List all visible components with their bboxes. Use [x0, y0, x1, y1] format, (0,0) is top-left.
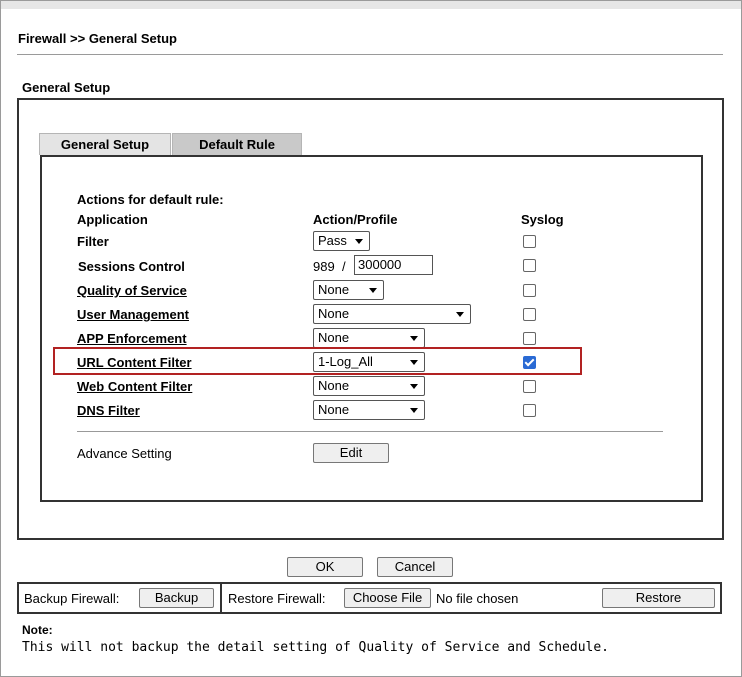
section-title: General Setup [22, 80, 111, 95]
app-enforcement-action-select[interactable]: None [313, 328, 425, 348]
user-management-syslog-checkbox[interactable] [523, 308, 536, 321]
advance-setting-label: Advance Setting [77, 446, 172, 461]
dns-filter-link[interactable]: DNS Filter [77, 403, 140, 418]
user-management-action-select[interactable]: None [313, 304, 471, 324]
backup-button[interactable]: Backup [139, 588, 214, 608]
restore-button[interactable]: Restore [602, 588, 715, 608]
divider [17, 54, 723, 55]
quality-of-service-link[interactable]: Quality of Service [77, 283, 187, 298]
app-enforcement-action-value: None [318, 330, 350, 345]
column-syslog: Syslog [521, 212, 564, 227]
column-application: Application [77, 212, 148, 227]
web-content-filter-link[interactable]: Web Content Filter [77, 379, 192, 394]
divider [220, 582, 222, 614]
user-management-action-value: None [318, 306, 350, 321]
tab-default-rule[interactable]: Default Rule [172, 133, 302, 155]
tab-general-setup[interactable]: General Setup [39, 133, 171, 155]
sessions-limit-input[interactable]: 300000 [354, 255, 433, 275]
url-content-filter-syslog-checkbox[interactable] [523, 356, 536, 369]
rules-heading: Actions for default rule: [77, 192, 224, 207]
dns-filter-action-select[interactable]: None [313, 400, 425, 420]
user-management-link[interactable]: User Management [77, 307, 189, 322]
divider [77, 431, 663, 432]
choose-file-button[interactable]: Choose File [344, 588, 431, 608]
dns-filter-action-value: None [318, 402, 350, 417]
sessions-control-label: Sessions Control [78, 259, 185, 274]
edit-button[interactable]: Edit [313, 443, 389, 463]
sessions-syslog-checkbox[interactable] [523, 259, 536, 272]
cancel-button[interactable]: Cancel [377, 557, 453, 577]
qos-syslog-checkbox[interactable] [523, 284, 536, 297]
web-content-filter-action-select[interactable]: None [313, 376, 425, 396]
filter-label: Filter [77, 234, 109, 249]
column-action-profile: Action/Profile [313, 212, 398, 227]
web-content-filter-action-value: None [318, 378, 350, 393]
filter-action-value: Pass [318, 233, 347, 248]
filter-action-select[interactable]: Pass [313, 231, 370, 251]
sessions-current-count: 989 [313, 259, 335, 274]
url-content-filter-link[interactable]: URL Content Filter [77, 355, 192, 370]
filter-syslog-checkbox[interactable] [523, 235, 536, 248]
url-content-filter-action-select[interactable]: 1-Log_All [313, 352, 425, 372]
restore-firewall-label: Restore Firewall: [228, 591, 326, 606]
app-enforcement-link[interactable]: APP Enforcement [77, 331, 187, 346]
app-enforcement-syslog-checkbox[interactable] [523, 332, 536, 345]
dns-filter-syslog-checkbox[interactable] [523, 404, 536, 417]
url-content-filter-action-value: 1-Log_All [318, 354, 373, 369]
note-title: Note: [22, 623, 53, 637]
ok-button[interactable]: OK [287, 557, 363, 577]
qos-action-value: None [318, 282, 350, 297]
qos-action-select[interactable]: None [313, 280, 384, 300]
note-text: This will not backup the detail setting … [22, 640, 609, 655]
top-bar [1, 1, 741, 9]
breadcrumb: Firewall >> General Setup [18, 31, 177, 46]
backup-firewall-label: Backup Firewall: [24, 591, 120, 606]
sessions-separator: / [342, 259, 346, 274]
web-content-filter-syslog-checkbox[interactable] [523, 380, 536, 393]
file-status-text: No file chosen [436, 591, 519, 606]
